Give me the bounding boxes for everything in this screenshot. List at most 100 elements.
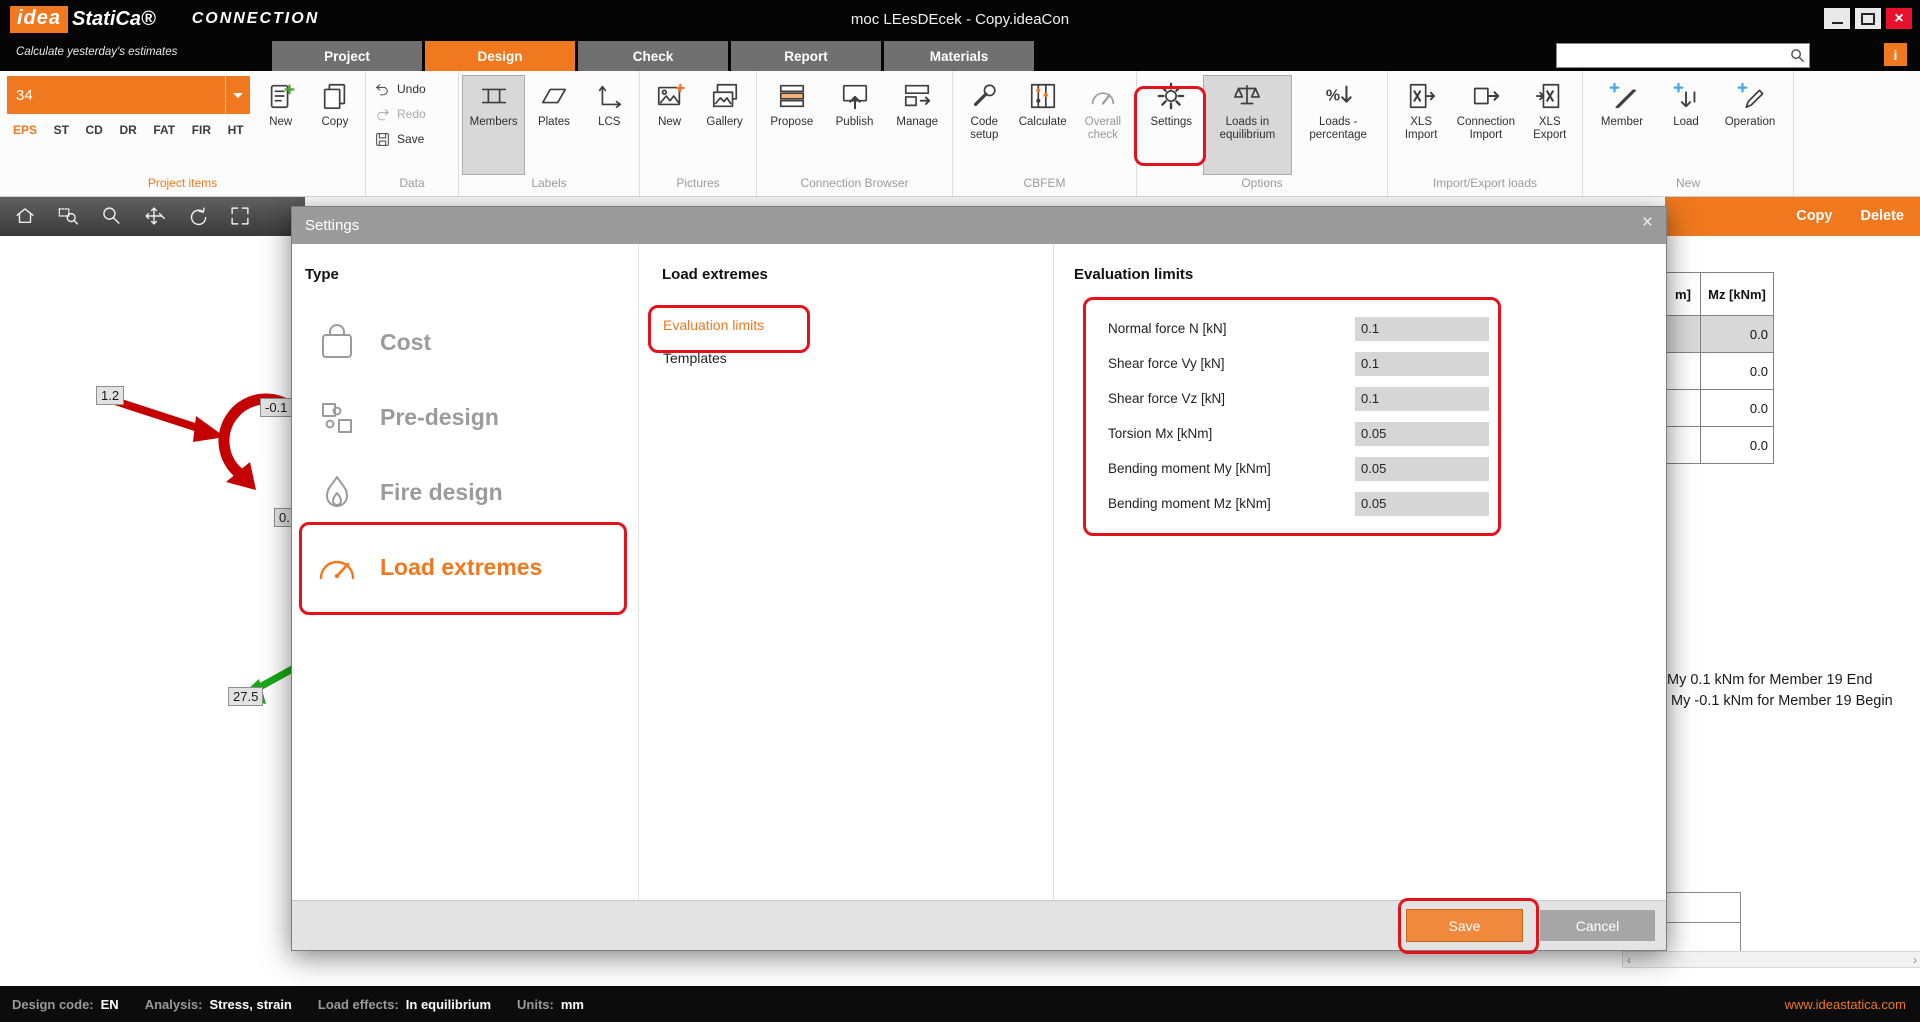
design-code-label: Design code: xyxy=(12,997,94,1012)
tab-project[interactable]: Project xyxy=(272,41,422,71)
propose-icon xyxy=(775,80,809,112)
group-label-connection-browser: Connection Browser xyxy=(757,175,952,196)
minimize-button[interactable] xyxy=(1824,8,1850,29)
scroll-right-arrow[interactable]: › xyxy=(1913,954,1917,966)
field-label-torsion-mx: Torsion Mx [kNm] xyxy=(1108,426,1355,441)
3d-viewport[interactable] xyxy=(0,236,340,936)
table-header-truncated: m] xyxy=(1666,273,1701,316)
home-view-icon[interactable] xyxy=(14,205,36,227)
field-input-shear-vy[interactable] xyxy=(1355,352,1489,376)
delete-load-button[interactable]: Delete xyxy=(1860,208,1904,224)
table-row[interactable]: 0.0 xyxy=(1666,390,1774,427)
new-picture-button[interactable]: New xyxy=(643,75,696,175)
ribbon-group-labels: Members Plates LCS Labels xyxy=(459,71,640,196)
field-input-bending-mz[interactable] xyxy=(1355,492,1489,516)
table-row[interactable]: 0.0 xyxy=(1666,353,1774,390)
section-item-evaluation-limits[interactable]: Evaluation limits xyxy=(663,317,1053,333)
tab-materials[interactable]: Materials xyxy=(884,41,1034,71)
dialog-close-icon[interactable]: × xyxy=(1642,212,1653,234)
calculate-button[interactable]: Calculate xyxy=(1013,75,1073,175)
tab-design[interactable]: Design xyxy=(425,41,575,71)
filter-fat[interactable]: FAT xyxy=(153,123,175,137)
group-label-labels: Labels xyxy=(459,175,639,196)
filter-eps[interactable]: EPS xyxy=(13,123,37,137)
new-item-button[interactable]: New xyxy=(254,75,308,175)
xls-export-button[interactable]: XLS Export xyxy=(1521,75,1579,175)
xls-export-icon xyxy=(1533,80,1567,112)
tab-report[interactable]: Report xyxy=(731,41,881,71)
pan-icon[interactable] xyxy=(143,205,165,227)
filter-dr[interactable]: DR xyxy=(119,123,136,137)
loads-percentage-button[interactable]: % Loads - percentage xyxy=(1292,75,1384,175)
maximize-button[interactable] xyxy=(1855,8,1881,29)
tab-check[interactable]: Check xyxy=(578,41,728,71)
plates-toggle-button[interactable]: Plates xyxy=(525,75,582,175)
close-button[interactable]: × xyxy=(1886,8,1912,29)
table-cell xyxy=(1666,390,1701,427)
field-input-shear-vz[interactable] xyxy=(1355,387,1489,411)
settings-button[interactable]: Settings xyxy=(1140,75,1203,175)
filter-fir[interactable]: FIR xyxy=(192,123,211,137)
new-member-button[interactable]: Member xyxy=(1586,75,1658,175)
rotate-view-icon[interactable] xyxy=(186,205,208,227)
new-load-button[interactable]: Load xyxy=(1658,75,1714,175)
cancel-button[interactable]: Cancel xyxy=(1540,910,1655,941)
search-input[interactable] xyxy=(1557,45,1790,66)
filter-cd[interactable]: CD xyxy=(86,123,103,137)
type-item-label: Fire design xyxy=(380,479,503,506)
table-row[interactable]: 0.0 xyxy=(1666,427,1774,464)
loads-table: m] Mz [kNm] 0.0 0.0 0.0 0.0 xyxy=(1665,272,1774,464)
save-button[interactable]: Save xyxy=(1406,909,1523,942)
website-link[interactable]: www.ideastatica.com xyxy=(1785,997,1906,1012)
project-item-dropdown[interactable]: 34 xyxy=(7,76,250,114)
new-operation-label: Operation xyxy=(1725,116,1776,129)
section-item-templates[interactable]: Templates xyxy=(663,350,1053,366)
lcs-toggle-button[interactable]: LCS xyxy=(583,75,636,175)
type-item-cost[interactable]: Cost xyxy=(292,305,638,380)
group-label-project-items: Project items xyxy=(0,175,365,196)
info-button[interactable]: i xyxy=(1884,43,1907,66)
copy-load-button[interactable]: Copy xyxy=(1796,208,1832,224)
overall-check-button[interactable]: Overall check xyxy=(1073,75,1133,175)
table-row[interactable]: 0.0 xyxy=(1666,316,1774,353)
form-row: Bending moment Mz [kNm] xyxy=(1108,486,1666,521)
redo-button[interactable]: Redo xyxy=(374,103,426,125)
cost-icon xyxy=(314,320,360,366)
horizontal-scrollbar[interactable]: ‹ › xyxy=(1622,951,1920,968)
field-input-bending-my[interactable] xyxy=(1355,457,1489,481)
members-toggle-button[interactable]: Members xyxy=(462,75,525,175)
zoom-icon[interactable] xyxy=(100,205,122,227)
overall-check-label: Overall check xyxy=(1076,116,1130,142)
manage-button[interactable]: Manage xyxy=(885,75,949,175)
field-input-normal-force[interactable] xyxy=(1355,317,1489,341)
app-window: idea StatiCa® CONNECTION moc LEesDEcek -… xyxy=(0,0,1920,1022)
fullscreen-icon[interactable] xyxy=(229,205,251,227)
propose-button[interactable]: Propose xyxy=(760,75,824,175)
flame-icon xyxy=(314,470,360,516)
loads-in-equilibrium-button[interactable]: Loads in equilibrium xyxy=(1203,75,1293,175)
filter-ht[interactable]: HT xyxy=(228,123,244,137)
gallery-button[interactable]: Gallery xyxy=(696,75,753,175)
new-operation-button[interactable]: Operation xyxy=(1714,75,1786,175)
type-item-load-extremes[interactable]: Load extremes xyxy=(292,530,638,605)
load-effects-value: In equilibrium xyxy=(406,997,491,1012)
table-header-mz: Mz [kNm] xyxy=(1701,273,1774,316)
result-label: 1.2 xyxy=(96,386,124,405)
field-input-torsion-mx[interactable] xyxy=(1355,422,1489,446)
result-label: -0.1 xyxy=(260,398,292,417)
new-load-label: Load xyxy=(1673,116,1699,129)
group-label-pictures: Pictures xyxy=(640,175,756,196)
zoom-window-icon[interactable] xyxy=(57,205,79,227)
publish-button[interactable]: Publish xyxy=(824,75,886,175)
copy-item-button[interactable]: Copy xyxy=(308,75,362,175)
xls-import-button[interactable]: XLS Import xyxy=(1391,75,1451,175)
code-setup-button[interactable]: Code setup xyxy=(956,75,1013,175)
filter-st[interactable]: ST xyxy=(54,123,69,137)
save-project-button[interactable]: Save xyxy=(374,128,424,150)
undo-button[interactable]: Undo xyxy=(374,78,426,100)
type-item-pre-design[interactable]: Pre-design xyxy=(292,380,638,455)
dialog-title-bar[interactable]: Settings × xyxy=(292,207,1666,244)
scroll-left-arrow[interactable]: ‹ xyxy=(1627,954,1631,966)
connection-import-button[interactable]: Connection Import xyxy=(1451,75,1520,175)
type-item-fire-design[interactable]: Fire design xyxy=(292,455,638,530)
